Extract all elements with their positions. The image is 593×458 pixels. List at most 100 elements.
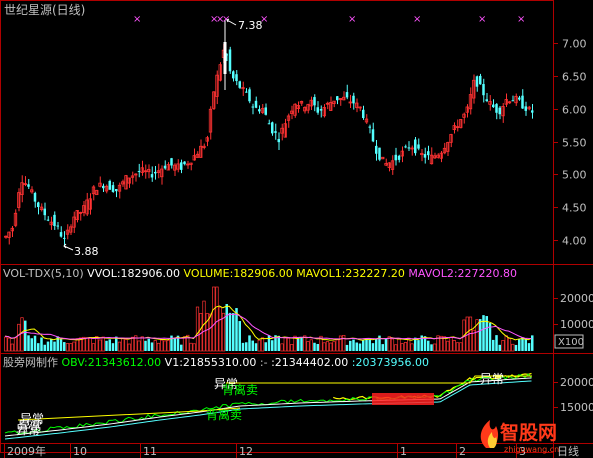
price-tick-label: 4.00 (562, 235, 587, 248)
candle-body (235, 74, 238, 81)
volume-bar (300, 337, 303, 351)
volume-bar (322, 342, 326, 352)
candle-body (115, 189, 118, 192)
obv-legend: 股旁网制作 OBV:21343612.00 V1:21855310.00 :- … (3, 355, 429, 369)
volume-bar (30, 338, 33, 351)
volume-axis: 20000 10000 X100 (553, 292, 593, 349)
volume-bar (218, 306, 222, 352)
candle-body (37, 202, 40, 208)
candle-body (232, 71, 235, 79)
volume-bar (101, 336, 105, 352)
volume-tick-20000: 20000 (560, 292, 593, 305)
candle-body (378, 147, 381, 160)
candle-body (274, 131, 277, 133)
volume-bar (384, 338, 388, 351)
volume-bar (452, 340, 456, 352)
signal-marker: × (478, 14, 486, 25)
volume-bar (521, 337, 524, 351)
volume-bar (75, 338, 79, 352)
volume-bar (527, 343, 531, 351)
volume-bar (43, 344, 46, 351)
volume-bar (150, 342, 154, 351)
volume-bar (403, 342, 408, 352)
candle-body (482, 84, 485, 96)
volume-bar (277, 335, 280, 351)
volume-bar (394, 344, 398, 352)
volume-bar (397, 338, 401, 352)
watermark-text: 智股网 (500, 421, 557, 444)
price-tick-label: 4.50 (562, 202, 587, 215)
volume-bar (72, 341, 76, 352)
volume-bar (232, 313, 235, 351)
volume-bar (192, 343, 196, 352)
volume-bar (325, 341, 330, 352)
volume-bar (504, 335, 508, 352)
volume-bar (53, 341, 56, 351)
candle-body (414, 139, 417, 154)
volume-bar (127, 343, 131, 352)
signal-marker: × (222, 14, 230, 25)
volume-bar (10, 343, 14, 352)
date-axis: 2009年 10 11 12 1 2 3 (4, 443, 526, 458)
volume-bar (50, 339, 53, 351)
candle-body (102, 185, 105, 189)
volume-bar (40, 337, 43, 351)
legend-item: V1:21855310.00 (161, 356, 256, 369)
volume-bar (342, 334, 346, 352)
candle-body (404, 146, 407, 148)
obv-signal-label: 背离卖 (222, 382, 258, 397)
candle-body (251, 106, 254, 108)
candle-body (485, 99, 488, 102)
volume-bar (144, 340, 147, 351)
volume-bar (381, 344, 384, 351)
high-price-label: 7.38 (238, 19, 263, 32)
candle-body (254, 100, 258, 108)
volume-bar (446, 340, 450, 352)
volume-bar (248, 335, 251, 351)
candle-body (511, 100, 514, 102)
volume-bar (254, 343, 258, 351)
obv-signal-label: 异常 (18, 419, 42, 433)
legend-item: VOL-TDX(5,10) (3, 267, 84, 280)
volume-bar (507, 338, 512, 352)
volume-bar (365, 338, 368, 351)
stock-chart-canvas[interactable]: 世纪星源(日线) × ××× × × × × × 7.38 3.88 7.006.506.0… (0, 0, 593, 458)
candle-body (46, 219, 50, 221)
obv-red-highlight (17, 375, 532, 421)
volume-bar (518, 339, 521, 351)
volume-bar (335, 339, 339, 352)
volume-bar (173, 337, 176, 351)
signal-marker: × (413, 14, 421, 25)
candle-body (183, 161, 186, 165)
candle-body (271, 122, 274, 134)
candle-body (319, 109, 323, 111)
candle-body (258, 109, 261, 112)
volume-bar (271, 340, 274, 351)
volume-bar (27, 335, 30, 351)
volume-bar (160, 339, 164, 352)
volume-bar (495, 335, 498, 351)
volume-bar (283, 337, 287, 352)
date-label: 10 (73, 445, 87, 458)
volume-ma-lines (4, 305, 532, 341)
candle-body (495, 104, 498, 113)
volume-bar (449, 336, 453, 352)
volume-bar (332, 341, 336, 352)
volume-bar (313, 342, 316, 351)
volume-bar (156, 342, 161, 352)
candle-body (316, 107, 319, 113)
volume-legend: VOL-TDX(5,10) VVOL:182906.00 VOLUME:1829… (3, 267, 517, 280)
candle-body (245, 91, 248, 93)
volume-bar (88, 337, 92, 352)
signal-marker: × (348, 14, 356, 25)
volume-bar (85, 337, 89, 352)
candle-body (423, 154, 427, 158)
volume-bar (355, 342, 358, 351)
candle-body (111, 185, 115, 192)
volume-bar (501, 340, 505, 352)
candle-body (498, 107, 501, 115)
candle-body (228, 49, 232, 72)
legend-item: VVOL:182906.00 (84, 267, 180, 280)
volume-bar (316, 343, 319, 351)
period-label[interactable]: 日线 (557, 444, 579, 458)
